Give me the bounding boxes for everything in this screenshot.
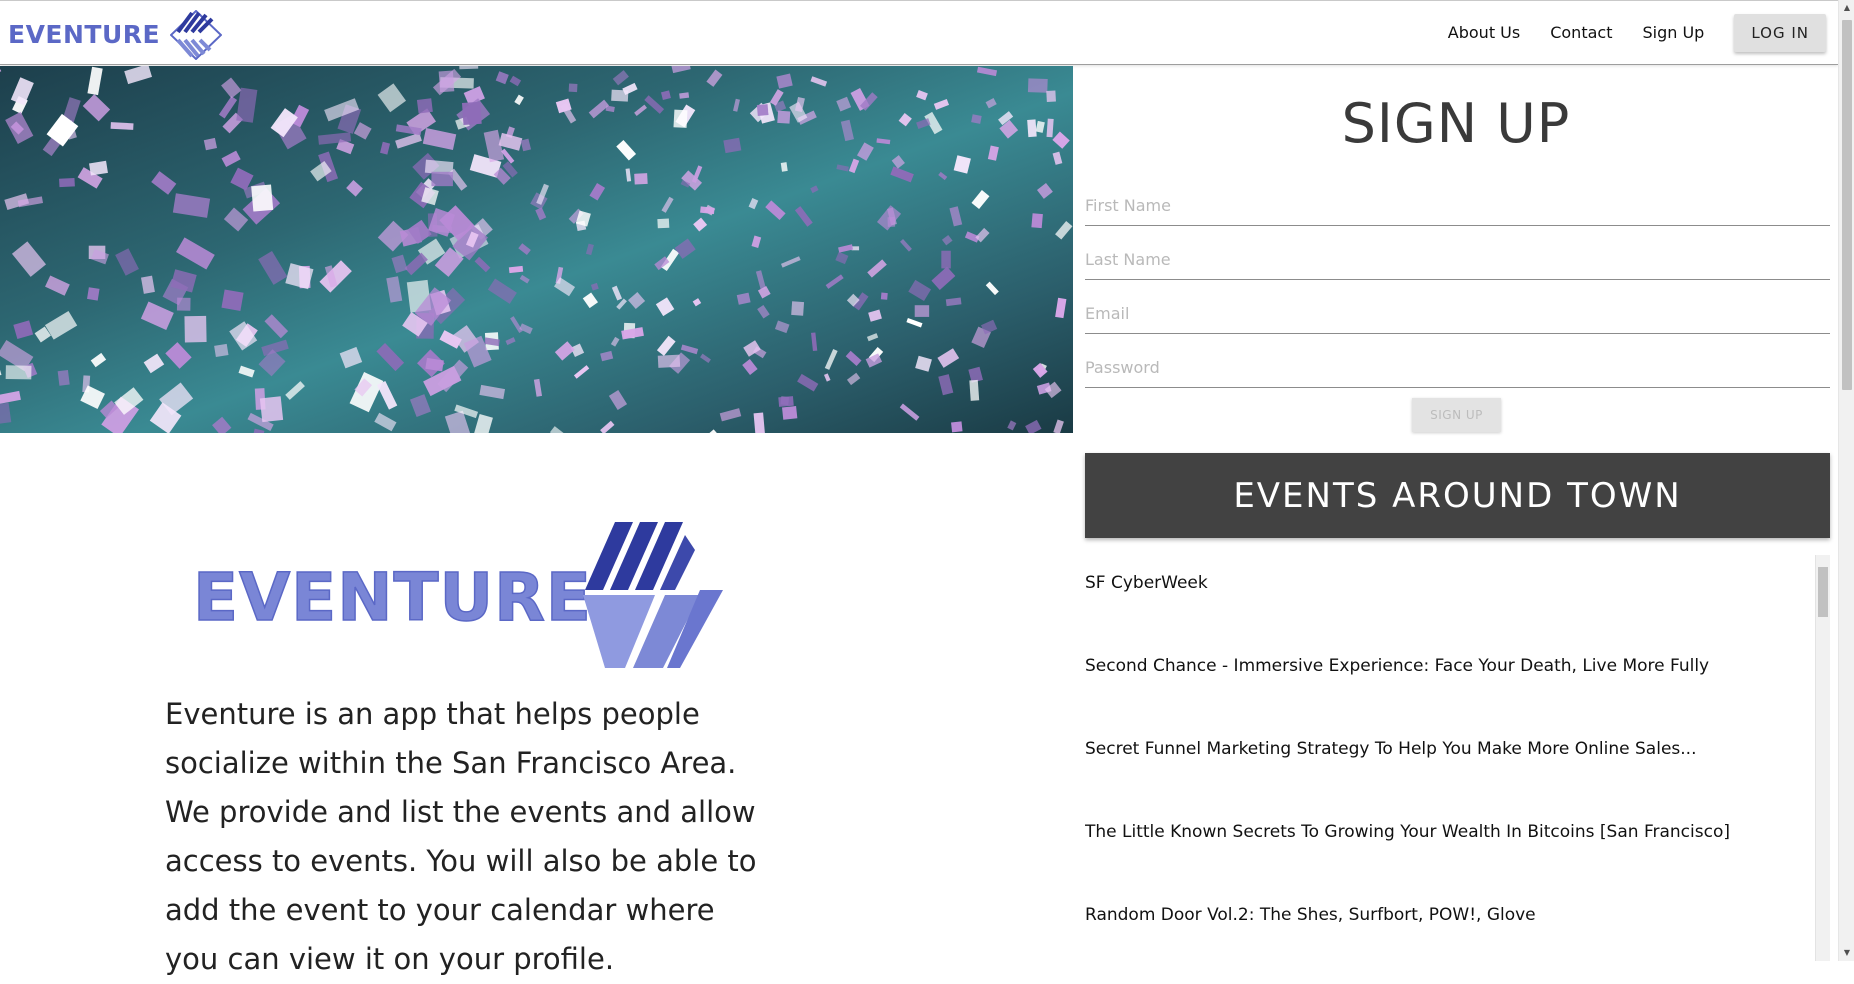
event-item[interactable]: Secret Funnel Marketing Strategy To Help… bbox=[1085, 719, 1830, 802]
events-scrollbar-thumb[interactable] bbox=[1818, 567, 1828, 617]
eventure-logo-icon bbox=[170, 9, 223, 60]
about-text: Eventure is an app that helps people soc… bbox=[165, 697, 757, 976]
brand[interactable]: EVENTURE bbox=[8, 7, 223, 62]
events-title: EVENTS AROUND TOWN bbox=[1233, 475, 1682, 516]
eventure-large-logo: EVENTURE bbox=[192, 522, 723, 668]
events-header: EVENTS AROUND TOWN bbox=[1085, 453, 1830, 538]
money-confetti-image bbox=[0, 66, 1073, 433]
login-button[interactable]: LOG IN bbox=[1734, 13, 1826, 52]
brand-name: EVENTURE bbox=[8, 20, 161, 49]
page-scrollbar[interactable]: ▲ ▼ bbox=[1838, 0, 1854, 961]
scroll-down-arrow-icon[interactable]: ▼ bbox=[1839, 945, 1854, 961]
event-item[interactable]: SF CyberWeek bbox=[1085, 553, 1830, 636]
signup-title: SIGN UP bbox=[1341, 92, 1571, 155]
last-name-field[interactable] bbox=[1085, 240, 1830, 280]
event-item[interactable]: Random Door Vol.2: The Shes, Surfbort, P… bbox=[1085, 885, 1830, 961]
page-scrollbar-thumb[interactable] bbox=[1842, 20, 1852, 390]
scroll-up-arrow-icon[interactable]: ▲ bbox=[1839, 0, 1854, 16]
events-scrollbar[interactable] bbox=[1815, 555, 1830, 961]
events-list: SF CyberWeek Second Chance - Immersive E… bbox=[1085, 553, 1830, 961]
navbar: EVENTURE About Us Contact Sign Up LOG IN bbox=[0, 0, 1838, 65]
event-item[interactable]: Second Chance - Immersive Experience: Fa… bbox=[1085, 636, 1830, 719]
signup-button[interactable]: SIGN UP bbox=[1412, 398, 1501, 432]
large-logo-icon bbox=[583, 522, 723, 668]
nav-about-us[interactable]: About Us bbox=[1448, 23, 1520, 42]
nav-sign-up[interactable]: Sign Up bbox=[1642, 23, 1704, 42]
first-name-field[interactable] bbox=[1085, 186, 1830, 226]
large-logo-text: EVENTURE bbox=[193, 559, 592, 636]
email-field[interactable] bbox=[1085, 294, 1830, 334]
password-field[interactable] bbox=[1085, 348, 1830, 388]
nav-links: About Us Contact Sign Up LOG IN bbox=[1448, 1, 1838, 64]
nav-contact[interactable]: Contact bbox=[1550, 23, 1612, 42]
event-item[interactable]: The Little Known Secrets To Growing Your… bbox=[1085, 802, 1830, 885]
hero-image bbox=[0, 66, 1073, 433]
